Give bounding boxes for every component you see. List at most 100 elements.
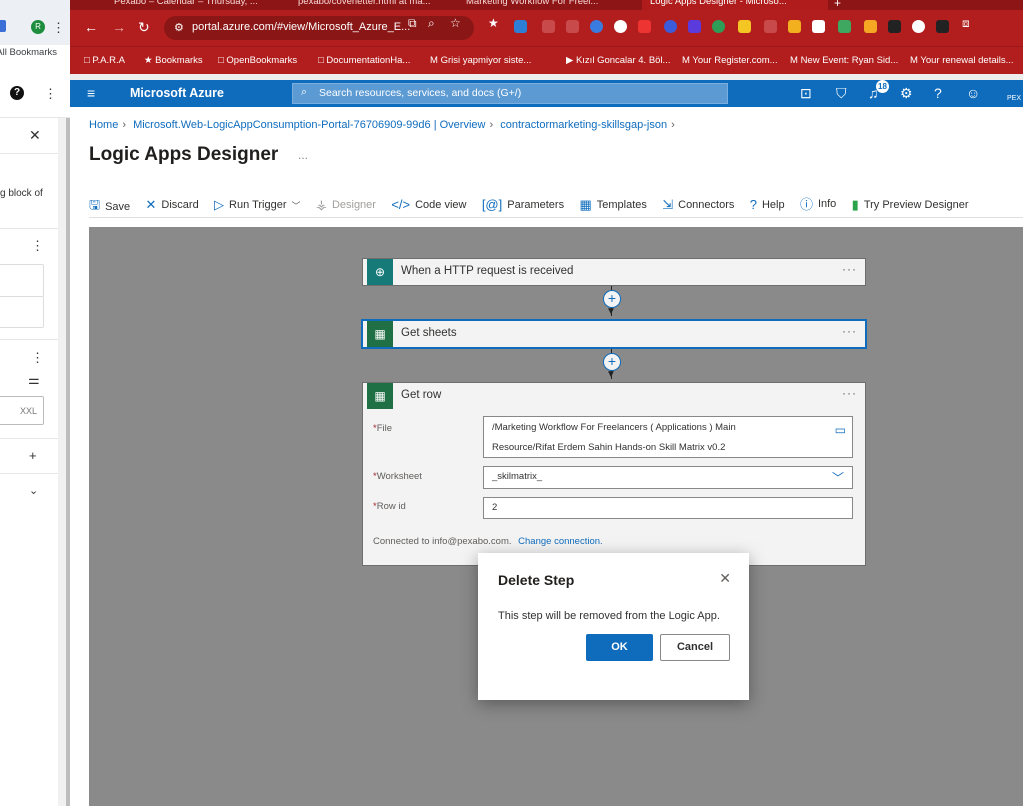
get-sheets-step[interactable]: ▦ Get sheets ··· — [362, 320, 866, 348]
worksheet-dropdown[interactable]: _skilmatrix_ ﹀ — [483, 466, 853, 489]
zoom-icon[interactable]: ⌕ — [428, 16, 435, 31]
bookmark-item[interactable]: M New Event: Ryan Sid... — [790, 55, 898, 66]
close-icon[interactable]: ✕ — [29, 127, 41, 144]
extension-icon[interactable] — [638, 20, 651, 33]
designer-canvas[interactable]: ⊕ When a HTTP request is received ··· + … — [89, 227, 1023, 806]
bookmark-item[interactable]: ▶ Kızıl Goncalar 4. Böl... — [566, 55, 670, 66]
http-request-icon: ⊕ — [367, 259, 393, 285]
file-field[interactable]: /Marketing Workflow For Freelancers ( Ap… — [483, 416, 853, 458]
hamburger-menu-icon[interactable]: ≡ — [87, 85, 95, 101]
discard-button[interactable]: ✕ Discard — [146, 197, 199, 213]
extension-icon[interactable] — [788, 20, 801, 33]
folder-icon[interactable]: ▭ — [835, 420, 846, 440]
panel-input-box[interactable] — [0, 264, 44, 297]
breadcrumb-resource[interactable]: Microsoft.Web-LogicAppConsumption-Portal… — [133, 119, 485, 131]
site-settings-icon[interactable]: ⚙ — [174, 21, 184, 34]
profile-avatar[interactable]: R — [31, 20, 45, 34]
feedback-icon[interactable]: ☺ — [966, 85, 980, 101]
extension-icon[interactable] — [812, 20, 825, 33]
tab-logic-apps-designer[interactable]: Logic Apps Designer - Microso... — [642, 0, 828, 10]
size-field[interactable]: XXL — [0, 396, 44, 425]
bookmark-item[interactable]: □ DocumentationHa... — [318, 55, 410, 66]
extension-icon[interactable] — [838, 20, 851, 33]
forward-icon[interactable]: → — [112, 19, 126, 35]
extension-icon[interactable] — [590, 20, 603, 33]
step-menu-icon[interactable]: ··· — [842, 324, 857, 338]
get-row-step[interactable]: ▦ Get row ··· *File /Marketing Workflow … — [362, 382, 866, 566]
filter-icon[interactable]: ⚌ — [28, 372, 40, 388]
tab-github[interactable]: pexabo/coverletter.html at ma... — [290, 0, 450, 10]
extension-icon[interactable] — [864, 20, 877, 33]
close-icon[interactable]: ✕ — [719, 570, 731, 587]
change-connection-link[interactable]: Change connection. — [518, 536, 603, 547]
help-button[interactable]: ? Help — [750, 197, 785, 212]
bookmark-item[interactable]: M Your Register.com... — [682, 55, 778, 66]
bookmark-item[interactable]: M Grisi yapmiyor siste... — [430, 55, 531, 66]
tab-calendar[interactable]: Pexabo – Calendar – Thursday, ... — [106, 0, 282, 10]
extensions-puzzle-icon[interactable]: ⧈ — [962, 16, 970, 31]
bookmark-item[interactable]: □ P.A.R.A — [84, 55, 125, 66]
extension-icon[interactable] — [738, 20, 751, 33]
more-icon[interactable]: ⋮ — [31, 238, 44, 254]
all-bookmarks-label[interactable]: All Bookmarks — [0, 47, 57, 58]
try-preview-designer-button[interactable]: ▮ Try Preview Designer — [852, 197, 969, 213]
extension-icon[interactable] — [912, 20, 925, 33]
step-menu-icon[interactable]: ··· — [842, 386, 857, 400]
http-trigger-step[interactable]: ⊕ When a HTTP request is received ··· — [362, 258, 866, 286]
help-icon[interactable]: ? — [934, 85, 942, 101]
more-icon[interactable]: ⋮ — [44, 86, 57, 102]
starred-icon[interactable]: ★ — [488, 16, 499, 30]
extension-icon[interactable] — [542, 20, 555, 33]
parameters-button[interactable]: [@] Parameters — [482, 197, 564, 212]
discard-icon: ✕ — [145, 197, 157, 212]
user-account[interactable]: PEX — [1007, 95, 1021, 102]
reload-icon[interactable]: ↻ — [138, 19, 150, 36]
designer-button[interactable]: ⚶ Designer — [316, 197, 376, 213]
more-icon[interactable]: ⋮ — [31, 350, 44, 366]
ok-button[interactable]: OK — [586, 634, 653, 661]
bookmark-item[interactable]: □ OpenBookmarks — [218, 55, 297, 66]
info-button[interactable]: ⓘ Info — [800, 194, 836, 213]
cancel-button[interactable]: Cancel — [660, 634, 730, 661]
extension-icon[interactable] — [566, 20, 579, 33]
help-icon[interactable]: ? — [10, 86, 24, 100]
extension-icon[interactable] — [936, 20, 949, 33]
azure-search-input[interactable]: ⌕ Search resources, services, and docs (… — [292, 83, 728, 104]
extension-icon[interactable] — [888, 20, 901, 33]
add-icon[interactable]: + — [29, 448, 37, 463]
extension-icon[interactable] — [712, 20, 725, 33]
breadcrumb-home[interactable]: Home — [89, 119, 118, 131]
bookmark-item[interactable]: M Your renewal details... — [910, 55, 1014, 66]
breadcrumb-workflow[interactable]: contractormarketing-skillsgap-json — [500, 119, 667, 131]
templates-button[interactable]: ▦ Templates — [579, 197, 646, 213]
bookmark-item[interactable]: ★ Bookmarks — [144, 55, 203, 66]
bookmark-star-icon[interactable]: ☆ — [450, 16, 461, 30]
url-text: portal.azure.com/#view/Microsoft_Azure_E… — [192, 21, 411, 33]
run-trigger-button[interactable]: ▷ Run Trigger ﹀ — [214, 197, 301, 213]
extension-icon[interactable] — [614, 20, 627, 33]
azure-brand[interactable]: Microsoft Azure — [130, 86, 224, 100]
extension-icon[interactable] — [514, 20, 527, 33]
chevron-down-icon[interactable]: ⌄ — [29, 484, 38, 497]
extension-icon[interactable] — [688, 20, 701, 33]
page-more-icon[interactable]: ... — [298, 148, 308, 162]
screen: R ⋮ All Bookmarks ? ⋮ ✕ g block of ⋮ ⋮ ⚌… — [0, 0, 1023, 806]
connectors-button[interactable]: ⇲ Connectors — [662, 197, 734, 213]
settings-gear-icon[interactable]: ⚙ — [900, 85, 913, 102]
open-in-app-icon[interactable]: ⧉ — [408, 16, 417, 31]
tab-marketing-workflow[interactable]: Marketing Workflow For Freel... — [458, 0, 634, 10]
menu-kebab-icon[interactable]: ⋮ — [52, 20, 65, 36]
cloud-shell-icon[interactable]: ⊡ — [800, 85, 812, 102]
extension-icon[interactable] — [664, 20, 677, 33]
extension-icon[interactable] — [764, 20, 777, 33]
step-menu-icon[interactable]: ··· — [842, 262, 857, 276]
rowid-field[interactable]: 2 — [483, 497, 853, 519]
google-sheets-icon: ▦ — [367, 321, 393, 347]
left-window-toolbar: R ⋮ — [0, 0, 70, 45]
new-tab-icon[interactable]: + — [834, 0, 841, 10]
save-button[interactable]: 🖫 Save — [89, 196, 130, 218]
directory-filter-icon[interactable]: ⛉ — [836, 85, 847, 102]
code-view-button[interactable]: </> Code view — [391, 197, 466, 212]
panel-input-box[interactable] — [0, 296, 44, 328]
back-icon[interactable]: ← — [84, 19, 98, 35]
